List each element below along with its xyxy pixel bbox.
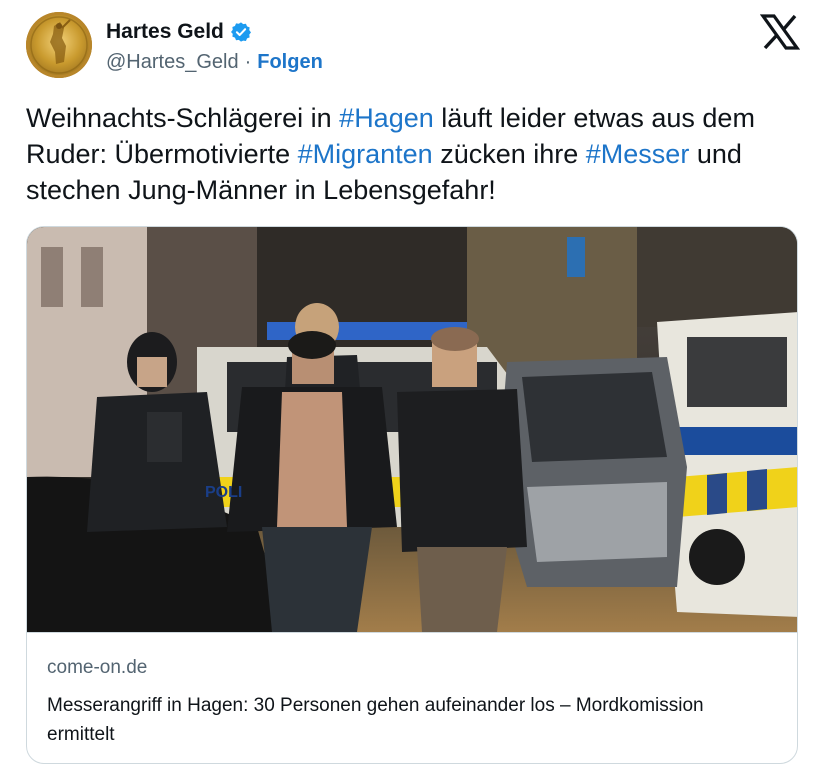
tweet-text-segment: Weihnachts-Schlägerei in	[26, 103, 340, 133]
separator-dot: ·	[244, 51, 252, 73]
card-title[interactable]: Messerangriff in Hagen: 30 Personen gehe…	[47, 691, 767, 749]
hashtag-link[interactable]: #Migranten	[298, 139, 433, 169]
card-meta[interactable]: come-on.de Messerangriff in Hagen: 30 Pe…	[27, 632, 797, 763]
coin-figure-icon	[30, 16, 88, 74]
hashtag-link[interactable]: #Messer	[586, 139, 690, 169]
tweet: Hartes Geld @Hartes_Geld · Folgen Weihna…	[0, 0, 826, 772]
hashtag-link[interactable]: #Hagen	[339, 103, 434, 133]
car-lettering: POLI	[205, 484, 242, 501]
tweet-text-segment: zücken ihre	[432, 139, 586, 169]
link-card[interactable]: POLI come-on.de Messerangriff in Hagen: …	[26, 226, 798, 764]
tweet-text: Weihnachts-Schlägerei in #Hagen läuft le…	[26, 100, 806, 208]
verified-badge-icon	[230, 22, 251, 42]
card-image[interactable]: POLI	[27, 227, 797, 632]
author-handle[interactable]: @Hartes_Geld	[106, 51, 239, 74]
x-logo-icon[interactable]	[760, 14, 800, 50]
author-name[interactable]: Hartes Geld	[106, 20, 224, 44]
card-domain[interactable]: come-on.de	[47, 657, 147, 679]
avatar[interactable]	[26, 12, 92, 78]
news-photo: POLI	[27, 227, 797, 632]
follow-button[interactable]: Folgen	[257, 51, 323, 74]
